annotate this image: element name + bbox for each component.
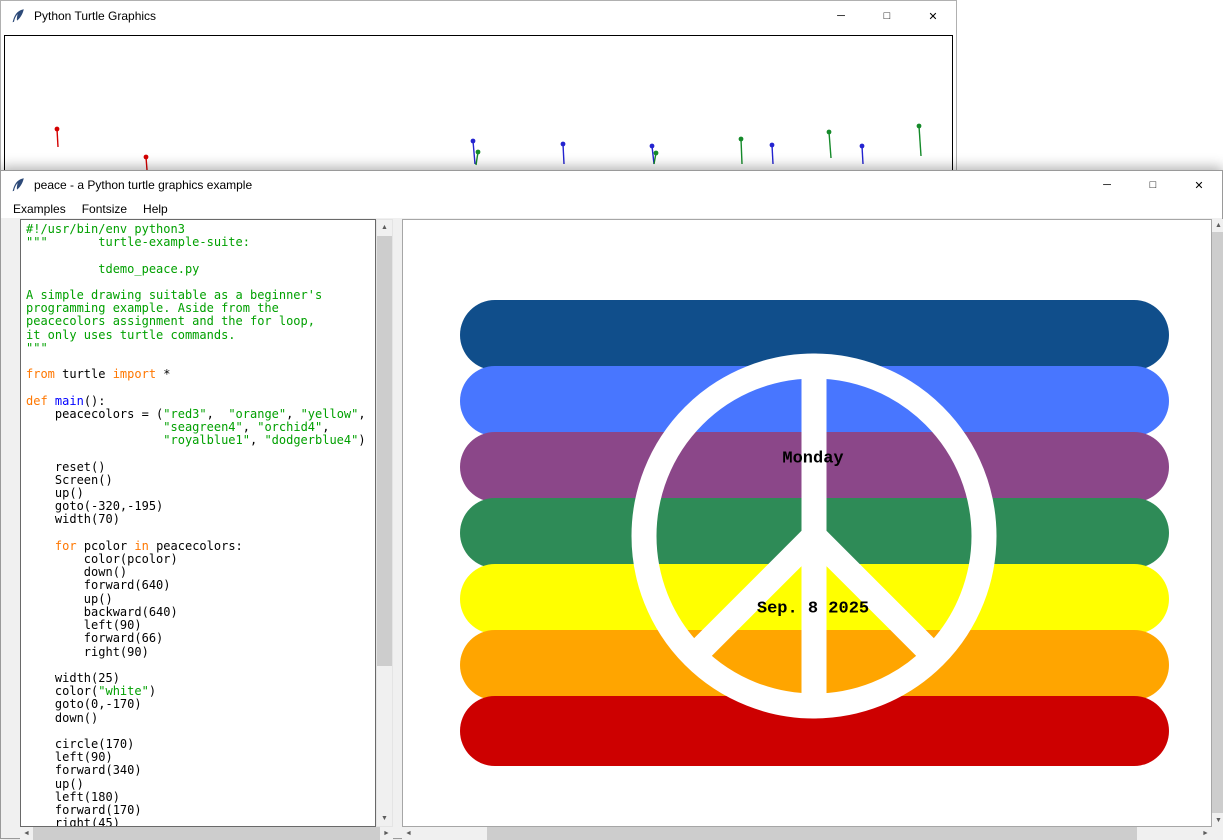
front-window: peace - a Python turtle graphics example…	[0, 170, 1223, 839]
back-window-titlebar[interactable]: Python Turtle Graphics ─ □ ✕	[1, 1, 956, 31]
code-line: tdemo_peace.py	[26, 263, 375, 276]
menu-examples[interactable]: Examples	[5, 200, 74, 218]
scroll-up-icon[interactable]: ▲	[377, 220, 392, 235]
turtle-canvas: Monday Sep. 8 2025	[402, 219, 1212, 827]
weekday-text: Monday	[782, 450, 843, 469]
menu-fontsize[interactable]: Fontsize	[74, 200, 135, 218]
tk-feather-icon	[10, 177, 26, 193]
code-text: #!/usr/bin/env python3""" turtle-example…	[21, 220, 375, 827]
scroll-down-icon[interactable]: ▼	[1212, 814, 1223, 827]
scroll-right-icon[interactable]: ►	[1199, 827, 1212, 840]
code-hscroll-thumb[interactable]	[33, 827, 380, 840]
canvas-vscroll-thumb[interactable]	[1212, 232, 1223, 813]
back-maximize-button[interactable]: □	[864, 1, 910, 31]
code-line: right(90)	[26, 646, 375, 659]
canvas-hscroll-thumb[interactable]	[487, 827, 1137, 840]
scroll-right-icon[interactable]: ►	[380, 827, 393, 840]
code-line: width(70)	[26, 513, 375, 526]
code-line: "royalblue1", "dodgerblue4")	[26, 434, 375, 447]
code-line: down()	[26, 712, 375, 725]
menu-help[interactable]: Help	[135, 200, 176, 218]
scroll-down-icon[interactable]: ▼	[377, 811, 392, 826]
front-minimize-button[interactable]: ─	[1084, 171, 1130, 199]
back-window-controls: ─ □ ✕	[818, 1, 956, 31]
scrollbar-corner	[1212, 827, 1223, 840]
back-minimize-button[interactable]: ─	[818, 1, 864, 31]
code-vscroll-thumb[interactable]	[377, 236, 392, 666]
turtle-app-icon[interactable]	[10, 177, 26, 193]
back-window-title: Python Turtle Graphics	[34, 9, 156, 23]
scroll-left-icon[interactable]: ◄	[20, 827, 33, 840]
code-vscrollbar[interactable]: ▲ ▼	[376, 219, 393, 827]
turtle-app-icon[interactable]	[10, 8, 26, 24]
back-close-button[interactable]: ✕	[910, 1, 956, 31]
code-pane[interactable]: #!/usr/bin/env python3""" turtle-example…	[20, 219, 376, 827]
code-line: """ turtle-example-suite:	[26, 236, 375, 249]
window-content: #!/usr/bin/env python3""" turtle-example…	[2, 219, 1221, 837]
code-line: right(45)	[26, 817, 375, 827]
code-line: """	[26, 342, 375, 355]
scroll-left-icon[interactable]: ◄	[402, 827, 415, 840]
date-text: Sep. 8 2025	[757, 600, 869, 619]
code-hscrollbar[interactable]: ◄ ►	[20, 827, 393, 840]
canvas-vscrollbar[interactable]: ▲ ▼	[1212, 219, 1223, 827]
front-close-button[interactable]: ✕	[1176, 171, 1222, 199]
tk-feather-icon	[10, 8, 26, 24]
menubar: Examples Fontsize Help	[1, 199, 1222, 219]
peace-symbol	[403, 220, 1212, 827]
front-window-controls: ─ □ ✕	[1084, 171, 1222, 199]
front-window-titlebar[interactable]: peace - a Python turtle graphics example…	[1, 171, 1222, 199]
front-window-title: peace - a Python turtle graphics example	[34, 178, 252, 192]
peace-left-leg	[694, 536, 814, 656]
code-line: it only uses turtle commands.	[26, 329, 375, 342]
front-maximize-button[interactable]: □	[1130, 171, 1176, 199]
peace-right-leg	[814, 536, 934, 656]
canvas-hscrollbar[interactable]: ◄ ►	[402, 827, 1212, 840]
scroll-up-icon[interactable]: ▲	[1212, 219, 1223, 232]
code-line: from turtle import *	[26, 368, 375, 381]
